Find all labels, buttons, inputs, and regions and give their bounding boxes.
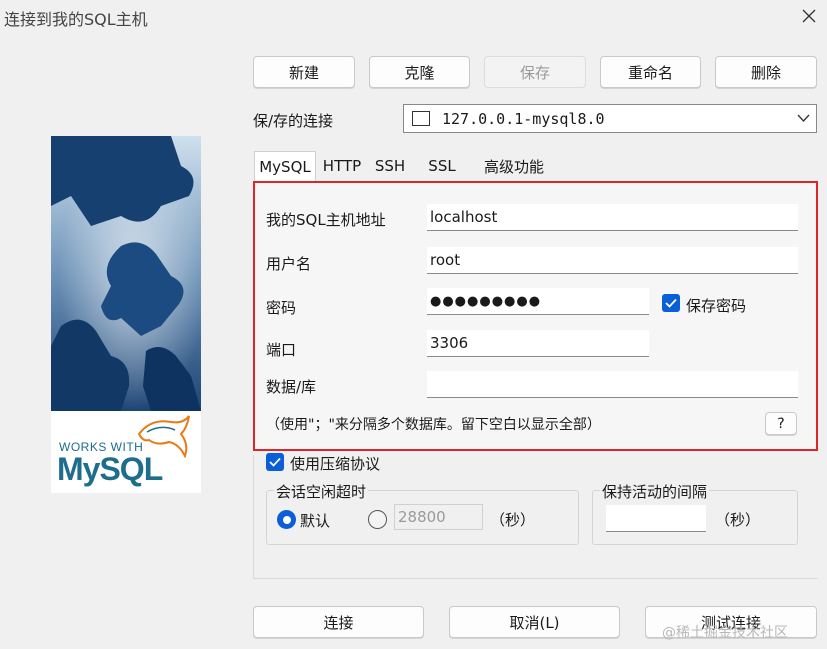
- keepalive-unit: （秒）: [715, 511, 761, 529]
- host-label: 我的SQL主机地址: [266, 211, 386, 229]
- connection-color-swatch: [412, 111, 430, 126]
- footer-divider: [253, 578, 818, 579]
- database-hint: （使用"；"来分隔多个数据库。留下空白以显示全部）: [266, 417, 601, 433]
- check-icon: [665, 298, 677, 308]
- new-button[interactable]: 新建: [253, 56, 355, 88]
- timeout-custom-radio[interactable]: [368, 510, 387, 529]
- timeout-default-radio[interactable]: [277, 510, 296, 529]
- cancel-button[interactable]: 取消(L): [449, 606, 620, 638]
- dolphin-icon: [137, 415, 190, 458]
- saved-connections-select[interactable]: 127.0.0.1-mysql8.0: [403, 104, 817, 133]
- timeout-default-label: 默认: [300, 512, 331, 530]
- database-input[interactable]: [427, 371, 798, 398]
- title-bar: 连接到我的SQL主机: [0, 0, 827, 32]
- check-icon: [269, 457, 281, 467]
- help-button[interactable]: ?: [765, 412, 797, 435]
- rename-button[interactable]: 重命名: [600, 56, 701, 88]
- mysql-logo-area: WORKS WITH MySQL: [51, 411, 201, 493]
- timeout-seconds-input[interactable]: 28800: [394, 504, 483, 530]
- clone-button[interactable]: 克隆: [369, 56, 470, 88]
- database-label: 数据/库: [266, 378, 317, 396]
- tab-ssh[interactable]: SSH: [368, 151, 412, 181]
- window-title: 连接到我的SQL主机: [4, 10, 148, 29]
- keepalive-title: 保持活动的间隔: [600, 481, 710, 502]
- watermark: @稀土掘金技术社区: [662, 625, 788, 641]
- save-password-checkbox[interactable]: [662, 294, 680, 312]
- compression-checkbox[interactable]: [266, 453, 284, 471]
- connect-button[interactable]: 连接: [253, 606, 424, 638]
- host-input[interactable]: localhost: [427, 204, 798, 231]
- close-icon: [802, 9, 815, 23]
- session-timeout-title: 会话空闲超时: [274, 481, 369, 502]
- puzzle-pieces-image: [51, 136, 201, 411]
- timeout-unit: （秒）: [490, 511, 536, 529]
- tab-mysql[interactable]: MySQL: [254, 151, 316, 181]
- password-input[interactable]: ●●●●●●●●●: [427, 288, 649, 315]
- port-label: 端口: [266, 341, 297, 359]
- compression-label: 使用压缩协议: [290, 455, 381, 473]
- save-button[interactable]: 保存: [484, 56, 586, 88]
- selected-connection: 127.0.0.1-mysql8.0: [442, 109, 605, 128]
- left-divider: [253, 455, 254, 579]
- port-input[interactable]: 3306: [427, 330, 649, 357]
- tab-ssl[interactable]: SSL: [420, 151, 464, 181]
- close-button[interactable]: [790, 0, 827, 32]
- side-banner-image: WORKS WITH MySQL: [51, 136, 201, 493]
- password-label: 密码: [266, 299, 297, 317]
- username-label: 用户名: [266, 255, 312, 273]
- save-password-label: 保存密码: [686, 297, 747, 315]
- keepalive-input[interactable]: [606, 505, 706, 532]
- username-input[interactable]: root: [427, 247, 798, 274]
- tab-advanced[interactable]: 高级功能: [476, 151, 552, 181]
- chevron-down-icon: [797, 114, 810, 122]
- saved-connections-label: 保/存的连接: [253, 112, 334, 130]
- tab-http[interactable]: HTTP: [318, 151, 366, 181]
- delete-button[interactable]: 删除: [715, 56, 817, 88]
